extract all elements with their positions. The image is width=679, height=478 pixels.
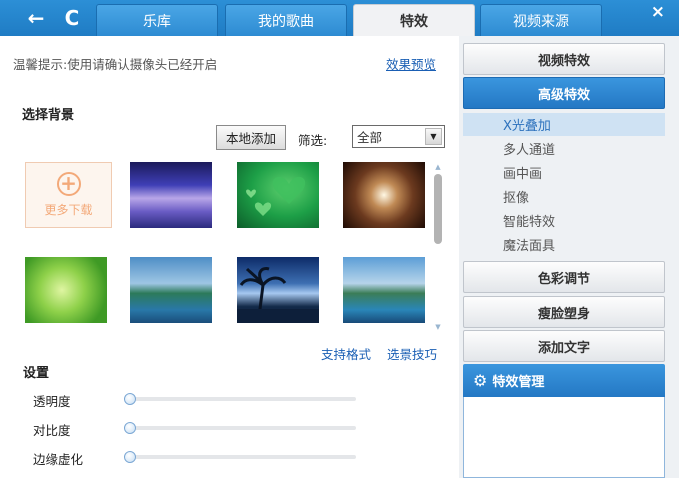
- background-thumbnail[interactable]: [343, 162, 425, 228]
- opacity-label: 透明度: [33, 394, 71, 409]
- filter-value: 全部: [357, 130, 383, 145]
- sub-item-xray-overlay[interactable]: X光叠加: [463, 113, 665, 136]
- background-thumbnail[interactable]: [130, 162, 212, 228]
- contrast-slider-knob[interactable]: [124, 422, 136, 434]
- dropdown-arrow-icon[interactable]: ▼: [425, 128, 442, 145]
- gear-icon: ⚙: [473, 371, 488, 390]
- effects-manage-label: 特效管理: [492, 375, 545, 390]
- filter-label: 筛选:: [298, 133, 328, 148]
- more-download-tile[interactable]: + 更多下载: [25, 162, 112, 228]
- opacity-slider-knob[interactable]: [124, 393, 136, 405]
- edge-blur-slider[interactable]: [124, 451, 356, 463]
- contrast-slider[interactable]: [124, 422, 356, 434]
- face-slim-button[interactable]: 瘦脸塑身: [463, 296, 665, 328]
- background-thumbnail[interactable]: [343, 257, 425, 323]
- sub-item-magic-mask[interactable]: 魔法面具: [463, 233, 665, 256]
- refresh-icon[interactable]: C: [58, 4, 86, 32]
- sub-item-multi-channel[interactable]: 多人通道: [463, 137, 665, 160]
- color-adjust-button[interactable]: 色彩调节: [463, 261, 665, 293]
- scroll-up-arrow-icon[interactable]: ▲: [433, 163, 443, 171]
- effects-manage-panel: [463, 397, 665, 478]
- advanced-effects-button[interactable]: 高级特效: [463, 77, 665, 109]
- plus-circle-icon: +: [56, 172, 81, 196]
- local-add-button[interactable]: 本地添加: [216, 125, 286, 150]
- support-formats-link[interactable]: 支持格式: [321, 344, 371, 363]
- add-text-button[interactable]: 添加文字: [463, 330, 665, 362]
- background-thumbnail[interactable]: [25, 257, 107, 323]
- select-background-title: 选择背景: [22, 108, 75, 123]
- sub-item-smart-effects[interactable]: 智能特效: [463, 209, 665, 232]
- tab-video-source[interactable]: 视频来源: [480, 4, 602, 36]
- palm-tree-icon: [237, 267, 319, 323]
- edge-blur-slider-knob[interactable]: [124, 451, 136, 463]
- effects-manage-header[interactable]: ⚙ 特效管理: [463, 364, 665, 397]
- video-effects-button[interactable]: 视频特效: [463, 43, 665, 75]
- back-arrow-icon[interactable]: ←: [22, 4, 50, 32]
- background-thumbnail[interactable]: [237, 162, 319, 228]
- scroll-down-arrow-icon[interactable]: ▼: [433, 323, 443, 331]
- sub-item-picture-in-picture[interactable]: 画中画: [463, 161, 665, 184]
- effect-preview-link[interactable]: 效果预览: [386, 54, 436, 73]
- edge-blur-label: 边缘虚化: [33, 452, 84, 467]
- sub-item-keying[interactable]: 抠像: [463, 185, 665, 208]
- tab-my-songs[interactable]: 我的歌曲: [225, 4, 347, 36]
- camera-hint-text: 温馨提示:使用请确认摄像头已经开启: [13, 57, 218, 72]
- tab-library[interactable]: 乐库: [96, 4, 218, 36]
- background-thumbnail[interactable]: [130, 257, 212, 323]
- tab-effects[interactable]: 特效: [353, 4, 475, 36]
- more-download-label: 更多下载: [44, 203, 93, 217]
- close-icon[interactable]: ×: [651, 2, 665, 22]
- background-tips-link[interactable]: 选景技巧: [387, 344, 437, 363]
- filter-select[interactable]: 全部 ▼: [352, 125, 445, 148]
- settings-title: 设置: [23, 366, 50, 381]
- opacity-slider[interactable]: [124, 393, 356, 405]
- top-bar: ← C 乐库 我的歌曲 特效 视频来源 ×: [0, 0, 679, 36]
- background-thumbnail[interactable]: [237, 257, 319, 323]
- heart-shapes-icon: [246, 176, 306, 216]
- contrast-label: 对比度: [33, 423, 71, 438]
- thumbnail-scrollbar[interactable]: [434, 174, 442, 244]
